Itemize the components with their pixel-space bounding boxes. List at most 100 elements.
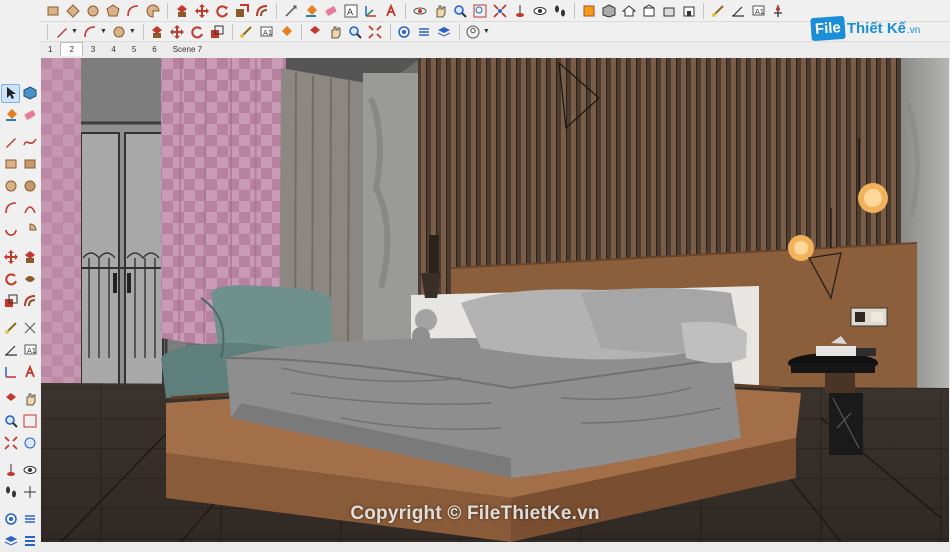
arc-left-icon[interactable]	[1, 199, 20, 218]
circle-icon[interactable]	[83, 1, 102, 20]
protractor-left-icon[interactable]	[1, 341, 20, 360]
arc-dropdown-icon[interactable]: ▼	[100, 28, 107, 35]
paint-bucket-left-icon[interactable]	[1, 106, 20, 125]
tab-scene-4[interactable]: 4	[103, 44, 123, 56]
line-tool-icon[interactable]	[52, 22, 71, 41]
component-icon[interactable]	[20, 84, 39, 103]
orbit-icon[interactable]	[410, 1, 429, 20]
pie-left-icon[interactable]	[20, 221, 39, 240]
zoom-extents-left-icon[interactable]	[1, 434, 20, 453]
rotate-left-icon[interactable]	[1, 270, 20, 289]
scale-left-icon[interactable]	[1, 292, 20, 311]
tab-scene-5[interactable]: 5	[124, 44, 144, 56]
tab-scene-1[interactable]: 1	[40, 44, 60, 56]
text-left-icon[interactable]: A1	[20, 341, 39, 360]
dimension-left-icon[interactable]	[20, 319, 39, 338]
section-plane-icon[interactable]	[579, 1, 598, 20]
right-view-icon[interactable]	[659, 1, 678, 20]
zoom-icon[interactable]	[450, 1, 469, 20]
polygon-icon[interactable]	[103, 1, 122, 20]
rectangle-icon[interactable]	[43, 1, 62, 20]
move-left-icon[interactable]	[1, 248, 20, 267]
account-dropdown-icon[interactable]: ▼	[483, 28, 490, 35]
select-icon[interactable]	[1, 83, 20, 103]
section-left-icon[interactable]	[20, 483, 39, 502]
extension-icon[interactable]	[415, 22, 434, 41]
rotate-icon[interactable]	[212, 1, 231, 20]
front-view-icon[interactable]	[639, 1, 658, 20]
tab-scene-7[interactable]: Scene 7	[165, 44, 210, 56]
tape-measure-icon[interactable]	[281, 1, 300, 20]
scale-tool-icon[interactable]	[208, 22, 227, 41]
rectangle-left-icon[interactable]	[1, 155, 20, 174]
styles-left-icon[interactable]	[20, 532, 39, 551]
pan-left-icon[interactable]	[20, 390, 39, 409]
freehand-left-icon[interactable]	[20, 133, 39, 152]
zoom-left-icon[interactable]	[1, 412, 20, 431]
paint-tool-icon[interactable]	[277, 22, 296, 41]
zoom-extents-icon[interactable]	[490, 1, 509, 20]
shape-tool-icon[interactable]	[110, 22, 129, 41]
tab-scene-6[interactable]: 6	[144, 44, 164, 56]
3d-text-icon[interactable]	[381, 1, 400, 20]
paint-bucket-icon[interactable]	[301, 1, 320, 20]
walk-left-icon[interactable]	[1, 483, 20, 502]
layers-icon[interactable]	[435, 22, 454, 41]
3dtext-left-icon[interactable]	[20, 363, 39, 382]
arc-tool-icon[interactable]	[81, 22, 100, 41]
layers-left-icon[interactable]	[1, 532, 20, 551]
look-around-icon[interactable]	[530, 1, 549, 20]
zoom-extents-tool-icon[interactable]	[366, 22, 385, 41]
position-camera-icon[interactable]	[510, 1, 529, 20]
tab-scene-2[interactable]: 2	[60, 42, 83, 56]
tape-left-icon[interactable]	[1, 319, 20, 338]
eraser-left-icon[interactable]	[20, 106, 39, 125]
circle-left-icon[interactable]	[1, 177, 20, 196]
push-pull-icon[interactable]	[172, 1, 191, 20]
dimension-icon[interactable]	[708, 1, 727, 20]
account-icon[interactable]	[464, 22, 483, 41]
position-camera-left-icon[interactable]	[1, 461, 20, 480]
iso-view-icon[interactable]	[599, 1, 618, 20]
shape-dropdown-icon[interactable]: ▼	[129, 28, 136, 35]
arc2-left-icon[interactable]	[20, 199, 39, 218]
eraser-icon[interactable]	[321, 1, 340, 20]
polygon-left-icon[interactable]	[20, 177, 39, 196]
pushpull-left-icon[interactable]	[20, 248, 39, 267]
line-left-icon[interactable]	[1, 133, 20, 152]
text-icon[interactable]: A	[341, 1, 360, 20]
look-around-left-icon[interactable]	[20, 461, 39, 480]
axes-tool-icon[interactable]	[768, 1, 787, 20]
arc-icon[interactable]	[123, 1, 142, 20]
axes-left-icon[interactable]	[1, 363, 20, 382]
pie-icon[interactable]	[143, 1, 162, 20]
orbit-left-icon[interactable]	[1, 390, 20, 409]
top-view-icon[interactable]	[619, 1, 638, 20]
pushpull-tool-icon[interactable]	[148, 22, 167, 41]
tape-tool-icon[interactable]	[237, 22, 256, 41]
pan-tool-icon[interactable]	[326, 22, 345, 41]
arc3-left-icon[interactable]	[1, 221, 20, 240]
offset-icon[interactable]	[252, 1, 271, 20]
axes-icon[interactable]	[361, 1, 380, 20]
rotated-rect-left-icon[interactable]	[20, 155, 39, 174]
move-tool-icon[interactable]	[168, 22, 187, 41]
orbit-tool-icon[interactable]	[306, 22, 325, 41]
rotated-rectangle-icon[interactable]	[63, 1, 82, 20]
text-tool-icon[interactable]: A1	[257, 22, 276, 41]
offset-left-icon[interactable]	[20, 292, 39, 311]
warehouse-icon[interactable]	[395, 22, 414, 41]
zoom-window-left-icon[interactable]	[20, 412, 39, 431]
zoom-window-icon[interactable]	[470, 1, 489, 20]
tab-scene-3[interactable]: 3	[83, 44, 103, 56]
move-icon[interactable]	[192, 1, 211, 20]
line-dropdown-icon[interactable]: ▼	[71, 28, 78, 35]
3d-viewport[interactable]	[41, 58, 949, 542]
walk-icon[interactable]	[550, 1, 569, 20]
protractor-icon[interactable]	[728, 1, 747, 20]
label-icon[interactable]: A1	[748, 1, 767, 20]
followme-left-icon[interactable]	[20, 270, 39, 289]
back-view-icon[interactable]	[679, 1, 698, 20]
previous-view-left-icon[interactable]	[20, 434, 39, 453]
pan-icon[interactable]	[430, 1, 449, 20]
